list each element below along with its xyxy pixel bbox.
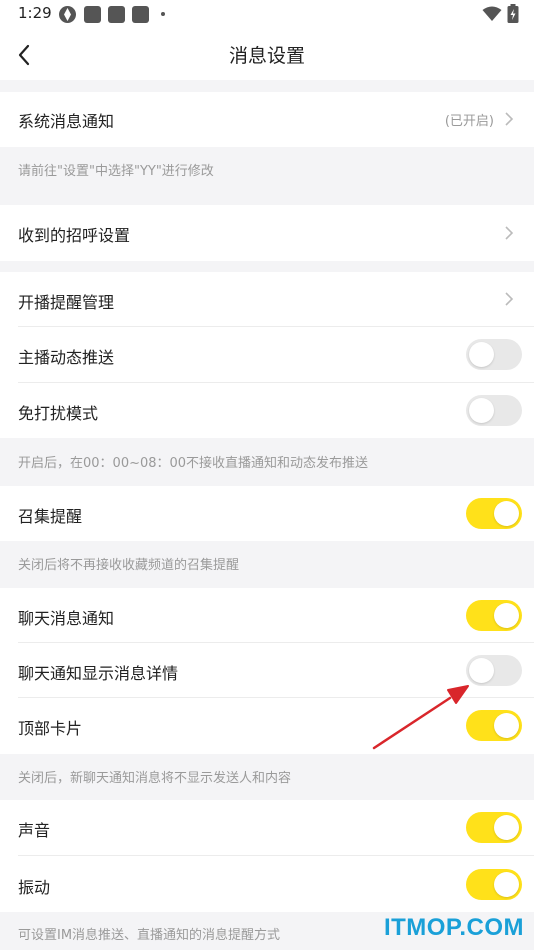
- chevron-right-icon: [505, 292, 514, 306]
- notification-icon: [84, 6, 101, 23]
- chat-detail-label: 聊天通知显示消息详情: [18, 664, 179, 683]
- toggle-knob: [469, 398, 494, 423]
- top-card-toggle[interactable]: [466, 710, 522, 741]
- dnd-mode-toggle[interactable]: [466, 395, 522, 426]
- live-reminder-label: 开播提醒管理: [18, 293, 115, 312]
- gather-reminder-row: 召集提醒: [0, 486, 534, 541]
- toggle-knob: [494, 603, 519, 628]
- system-notification-label: 系统消息通知: [18, 112, 115, 131]
- dnd-mode-row: 免打扰模式: [0, 383, 534, 438]
- notification-icon: [108, 6, 125, 23]
- im-hint: 可设置IM消息推送、直播通知的消息提醒方式: [18, 928, 281, 943]
- gather-hint: 关闭后将不再接收收藏频道的召集提醒: [18, 558, 240, 573]
- toggle-knob: [494, 713, 519, 738]
- chat-hint: 关闭后，新聊天通知消息将不显示发送人和内容: [18, 771, 292, 786]
- anchor-push-label: 主播动态推送: [18, 348, 115, 367]
- live-reminder-row[interactable]: 开播提醒管理: [0, 272, 534, 327]
- toggle-knob: [494, 501, 519, 526]
- sound-row: 声音: [0, 800, 534, 856]
- toggle-knob: [469, 658, 494, 683]
- status-bar: 1:29: [0, 0, 534, 30]
- dnd-hint: 开启后，在00：00~08：00不接收直播通知和动态发布推送: [18, 456, 369, 471]
- notification-icon: [132, 6, 149, 23]
- system-hint: 请前往"设置"中选择"YY"进行修改: [18, 164, 214, 179]
- gather-reminder-label: 召集提醒: [18, 507, 83, 526]
- system-notification-row[interactable]: 系统消息通知 (已开启): [0, 92, 534, 147]
- more-notifications-dot: [161, 12, 165, 16]
- sound-toggle[interactable]: [466, 812, 522, 843]
- chat-detail-toggle[interactable]: [466, 655, 522, 686]
- gather-reminder-toggle[interactable]: [466, 498, 522, 529]
- toggle-knob: [469, 342, 494, 367]
- vibrate-label: 振动: [18, 878, 51, 897]
- chevron-right-icon: [505, 226, 514, 240]
- chat-notification-row: 聊天消息通知: [0, 588, 534, 643]
- toggle-knob: [494, 872, 519, 897]
- chat-notification-label: 聊天消息通知: [18, 609, 115, 628]
- watermark-text: ITMOP.COM: [383, 914, 524, 941]
- battery-icon: [507, 4, 519, 23]
- wifi-icon: [482, 6, 502, 21]
- chevron-right-icon: [505, 112, 514, 126]
- page-title: 消息设置: [228, 45, 305, 67]
- dnd-mode-label: 免打扰模式: [18, 404, 99, 423]
- anchor-push-toggle[interactable]: [466, 339, 522, 370]
- vibrate-toggle[interactable]: [466, 869, 522, 900]
- chat-notification-toggle[interactable]: [466, 600, 522, 631]
- system-notification-status: (已开启): [444, 114, 494, 129]
- greeting-settings-row[interactable]: 收到的招呼设置: [0, 205, 534, 261]
- vibrate-row: 振动: [0, 856, 534, 912]
- greeting-settings-label: 收到的招呼设置: [18, 226, 131, 245]
- nav-bar: 消息设置: [0, 30, 534, 80]
- app-notification-icon: [59, 6, 76, 23]
- status-time: 1:29: [18, 4, 52, 22]
- top-card-label: 顶部卡片: [18, 719, 83, 738]
- chat-detail-row: 聊天通知显示消息详情: [0, 643, 534, 698]
- sound-label: 声音: [18, 821, 51, 840]
- anchor-push-row: 主播动态推送: [0, 327, 534, 383]
- top-card-row: 顶部卡片: [0, 698, 534, 754]
- toggle-knob: [494, 815, 519, 840]
